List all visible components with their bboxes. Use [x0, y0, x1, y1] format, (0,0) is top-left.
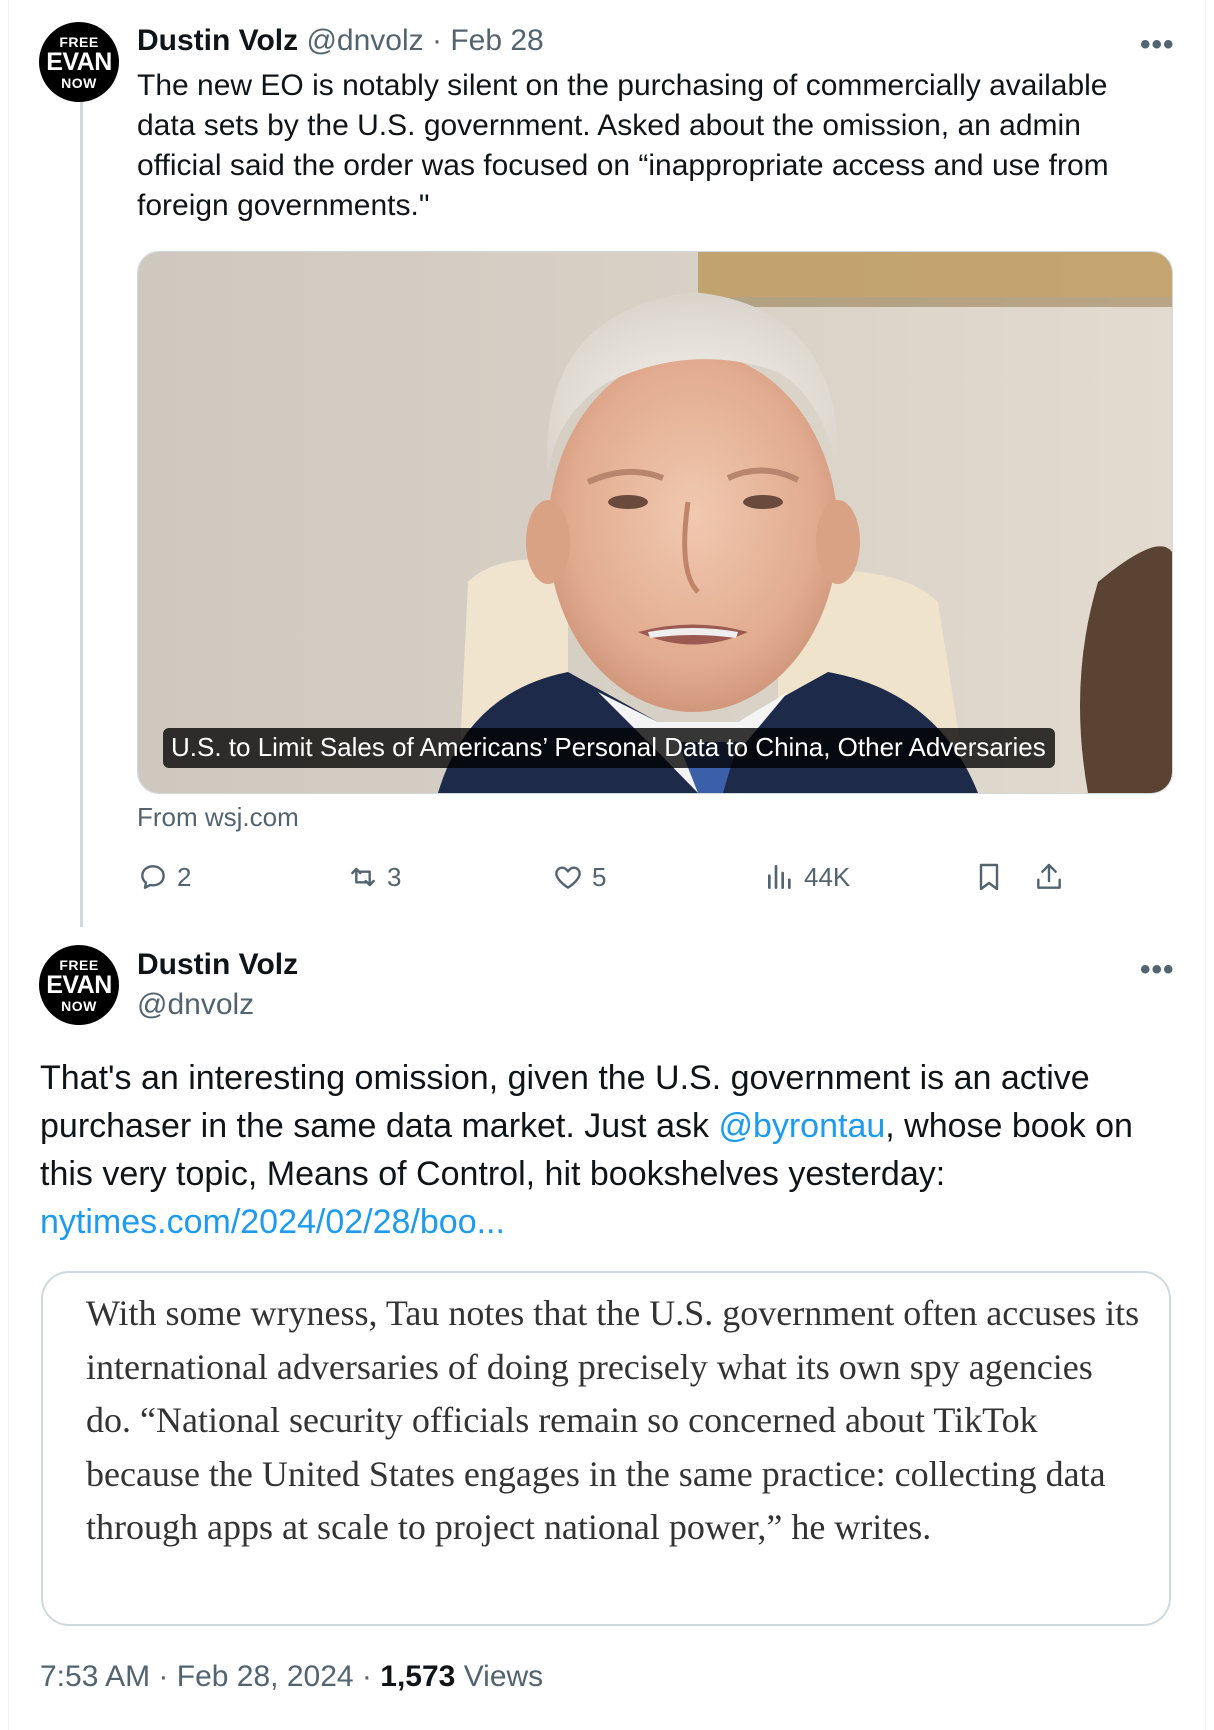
more-icon[interactable]: ••• — [1140, 30, 1175, 60]
tweet-text: That's an interesting omission, given th… — [40, 1054, 1180, 1246]
thread-connector — [80, 102, 83, 927]
frame-border-right — [1205, 0, 1206, 1730]
bookmark-icon — [979, 863, 999, 891]
repost-count: 3 — [387, 861, 402, 892]
article-link[interactable]: nytimes.com/2024/02/28/boo... — [40, 1203, 505, 1241]
views-button[interactable]: 44K — [764, 861, 850, 893]
views-icon — [768, 865, 791, 889]
views-label: Views — [463, 1660, 544, 1693]
link-card[interactable]: U.S. to Limit Sales of Americans’ Person… — [137, 251, 1173, 794]
views-count: 44K — [804, 861, 851, 892]
like-icon — [555, 866, 581, 889]
timestamp-separator: · — [361, 1660, 372, 1693]
avatar-text-free: FREE — [59, 33, 99, 50]
tweet-text: The new EO is notably silent on the purc… — [137, 69, 1109, 222]
card-photo — [138, 252, 1172, 793]
image-quote-text: With some wryness, Tau notes that the U.… — [86, 1293, 1140, 1547]
author-handle[interactable]: @dnvolz — [306, 24, 423, 57]
timestamp-separator: · — [158, 1660, 169, 1693]
tweet-time[interactable]: 7:53 AM — [40, 1660, 150, 1693]
author-name[interactable]: Dustin Volz — [137, 24, 298, 57]
reply-count: 2 — [177, 861, 192, 892]
bookmark-button[interactable] — [973, 861, 1013, 893]
card-source[interactable]: From wsj.com — [137, 802, 299, 833]
header-separator: · — [431, 24, 442, 57]
attached-image[interactable]: With some wryness, Tau notes that the U.… — [41, 1271, 1171, 1626]
avatar-text-evan: EVAN — [46, 47, 112, 76]
avatar-text-free: FREE — [59, 956, 99, 973]
reply-button[interactable]: 2 — [137, 861, 191, 893]
share-icon — [1037, 863, 1061, 889]
card-headline: U.S. to Limit Sales of Americans’ Person… — [163, 728, 1055, 768]
frame-border-left — [8, 0, 9, 1730]
avatar-text-now: NOW — [61, 997, 97, 1014]
tweet-full-date[interactable]: Feb 28, 2024 — [177, 1660, 354, 1693]
views-total: 1,573 — [380, 1660, 456, 1693]
author-handle[interactable]: @dnvolz — [137, 988, 254, 1022]
tweet-date[interactable]: Feb 28 — [450, 24, 543, 57]
tweet-actions: 2 3 5 44K — [137, 861, 1177, 901]
more-icon[interactable]: ••• — [1140, 955, 1175, 985]
reply-icon — [141, 865, 165, 889]
author-name[interactable]: Dustin Volz — [137, 948, 298, 982]
mention-link[interactable]: @byrontau — [718, 1107, 885, 1145]
like-button[interactable]: 5 — [552, 861, 606, 893]
tweet-timestamp: 7:53 AM · Feb 28, 2024 · 1,573 Views — [40, 1660, 543, 1694]
share-button[interactable] — [1033, 861, 1073, 893]
like-count: 5 — [592, 861, 607, 892]
tweet-header: Dustin Volz @dnvolz · Feb 28 — [137, 24, 544, 58]
avatar-text-evan: EVAN — [46, 970, 112, 999]
repost-icon — [351, 867, 375, 887]
avatar-text-now: NOW — [61, 74, 97, 91]
repost-button[interactable]: 3 — [347, 861, 401, 893]
author-avatar[interactable]: FREE EVAN NOW — [39, 22, 119, 102]
author-avatar[interactable]: FREE EVAN NOW — [39, 945, 119, 1025]
